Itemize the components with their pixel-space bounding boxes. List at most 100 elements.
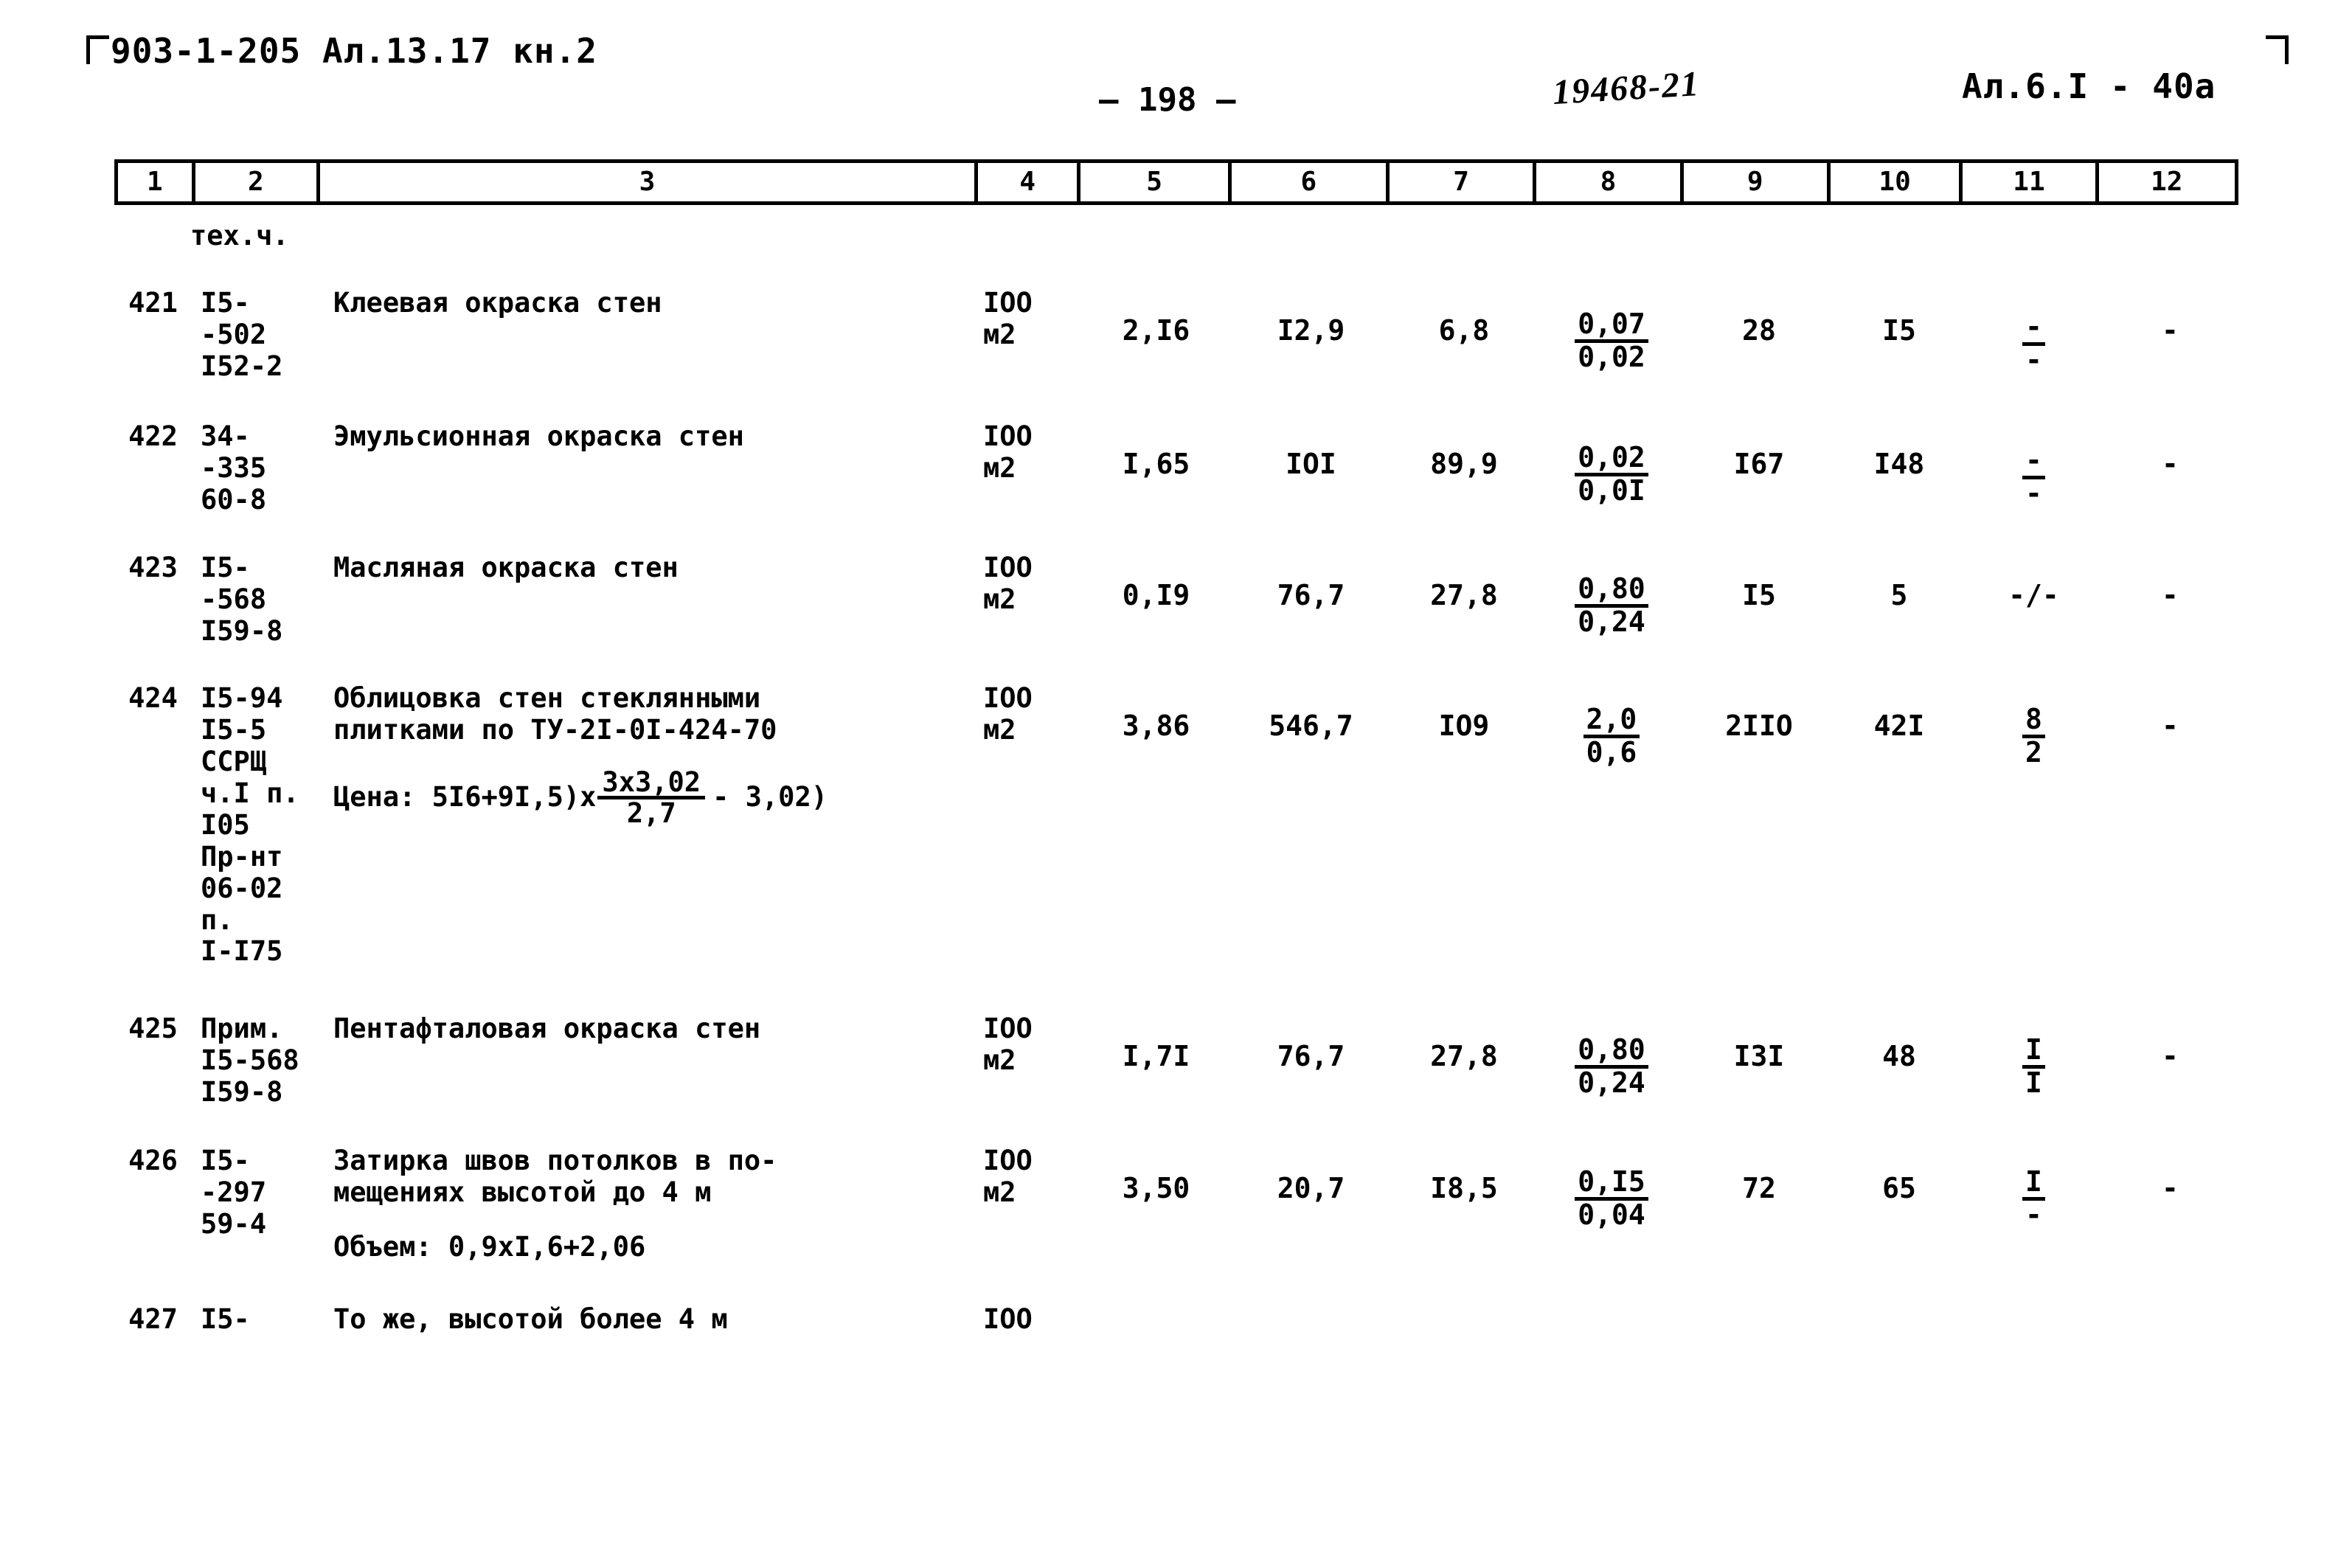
row-description: Пентафталовая окраска стен: [333, 1013, 761, 1045]
column-number-7: 7: [1390, 163, 1537, 201]
row-description: То же, высотой более 4 м: [333, 1302, 728, 1335]
row-col11-fraction: - -: [2022, 313, 2045, 374]
row-number: 421: [128, 287, 178, 319]
document-page: 903-1-205 Ал.13.17 кн.2 — 198 — 19468-21…: [0, 0, 2352, 1568]
row-col11-denominator: -: [2022, 475, 2045, 507]
row-description: Эмульсионная окраска стен: [333, 420, 744, 452]
row-col12: -: [2162, 1040, 2179, 1073]
row-col7: 6,8: [1438, 314, 1490, 347]
column-number-8: 8: [1536, 163, 1684, 201]
row-col8-numerator: 2,0: [1586, 703, 1637, 736]
row-col7: IO9: [1438, 710, 1490, 743]
row-col9: 72: [1742, 1172, 1776, 1205]
column-number-11: 11: [1963, 163, 2099, 201]
table-row: 425 Прим. I5-568 I59-8 Пентафталовая окр…: [114, 1013, 2238, 1109]
row-volume-note: Объем: 0,9xI,6+2,06: [333, 1230, 646, 1263]
row-col11: I I: [1966, 1013, 2102, 1099]
row-col6: 76,7: [1277, 1040, 1345, 1073]
row-col11-numerator: I: [2025, 1165, 2042, 1198]
row-col11-denominator: -: [2022, 342, 2045, 374]
column-number-12: 12: [2151, 167, 2183, 197]
table-row: 421 I5- -502 I52-2 Клеевая окраска стен …: [114, 287, 2238, 383]
row-col10: I48: [1873, 447, 1925, 480]
row-col9: I3I: [1733, 1040, 1785, 1073]
row-col6: I2,9: [1277, 314, 1345, 347]
row-description: Затирка швов потолков в по- мещениях выс…: [333, 1145, 777, 1208]
table-row: 423 I5- -568 I59-8 Масляная окраска стен…: [114, 552, 2238, 648]
corner-bracket-left-icon: [86, 35, 109, 64]
row-col6: 546,7: [1269, 710, 1353, 743]
row-col11-fraction: I -: [2022, 1168, 2045, 1229]
row-col6: 20,7: [1277, 1172, 1345, 1205]
row-col8-numerator: 0,02: [1578, 440, 1645, 473]
table-row: 427 I5- То же, высотой более 4 м IOO: [114, 1302, 2238, 1336]
row-col8-fraction: 0,02 0,0I: [1575, 443, 1648, 504]
row-number: 422: [128, 420, 178, 452]
column-number-3: 3: [320, 163, 978, 201]
row-unit: IOO: [983, 1302, 1033, 1335]
formula-denominator: 2,7: [597, 795, 706, 827]
row-unit: IOO м2: [983, 420, 1033, 484]
row-number: 425: [128, 1013, 178, 1045]
row-code: I5- -502 I52-2: [201, 287, 283, 382]
row-col11-numerator: 8: [2025, 703, 2042, 736]
row-col8-numerator: 0,07: [1578, 308, 1645, 340]
row-col5: 3,50: [1122, 1172, 1190, 1205]
row-col8-numerator: 0,80: [1578, 572, 1645, 606]
row-col8-fraction: 0,80 0,24: [1575, 575, 1648, 636]
row-col10: I5: [1882, 314, 1916, 347]
row-col8-numerator: 0,I5: [1578, 1165, 1645, 1198]
row-col8: 0,I5 0,04: [1538, 1145, 1685, 1231]
row-col11-fraction: - -: [2022, 446, 2045, 507]
row-col11: - -: [1966, 421, 2102, 510]
row-col11-denominator: -: [2022, 1197, 2045, 1229]
row-number: 427: [128, 1302, 178, 1335]
handwritten-stamp: 19468-21: [1551, 63, 1701, 113]
row-col11: 8 2: [1966, 683, 2102, 769]
row-col8: 0,80 0,24: [1538, 552, 1685, 638]
row-col9: I67: [1733, 447, 1785, 480]
header-left-reference: 903-1-205 Ал.13.17 кн.2: [111, 31, 597, 71]
row-code: Прим. I5-568 I59-8: [201, 1013, 299, 1109]
row-col12: -: [2162, 710, 2179, 743]
row-col9: I5: [1742, 579, 1776, 612]
row-col7: 89,9: [1430, 447, 1498, 480]
column-number-6: 6: [1232, 163, 1390, 201]
row-col8-denominator: 0,24: [1575, 604, 1648, 636]
row-unit: IOO м2: [983, 552, 1033, 616]
row-col5: I,65: [1122, 447, 1190, 480]
row-col11: -/-: [2008, 579, 2059, 612]
row-col9: 28: [1742, 314, 1776, 347]
row-col8: 0,02 0,0I: [1538, 421, 1685, 507]
row-col7: 27,8: [1430, 1040, 1498, 1073]
row-col6: 76,7: [1277, 579, 1345, 612]
row-col8-fraction: 2,0 0,6: [1583, 705, 1640, 766]
row-unit: IOO м2: [983, 287, 1033, 350]
row-col8-fraction: 0,I5 0,04: [1575, 1168, 1648, 1229]
column-number-5: 5: [1080, 163, 1232, 201]
row-col8-numerator: 0,80: [1578, 1033, 1645, 1066]
row-description: Клеевая окраска стен: [333, 287, 662, 319]
table-row: 424 I5-94 I5-5 ССРЩ ч.I п. I05 Пр-нт 06-…: [114, 682, 2238, 968]
row-col8: 2,0 0,6: [1538, 683, 1685, 769]
row-col9: 2IIO: [1725, 710, 1793, 743]
row-col10: 5: [1890, 579, 1908, 612]
row-code: I5-: [201, 1302, 250, 1335]
row-col10: 65: [1882, 1172, 1916, 1205]
column-number-2: 2: [195, 163, 321, 201]
row-col7: 27,8: [1430, 579, 1498, 612]
table-row: 422 34- -335 60-8 Эмульсионная окраска с…: [114, 420, 2238, 516]
row-number: 423: [128, 552, 178, 584]
row-col6: IOI: [1286, 447, 1336, 480]
row-code: I5-94 I5-5 ССРЩ ч.I п. I05 Пр-нт 06-02 п…: [201, 682, 299, 968]
row-col8-fraction: 0,07 0,02: [1575, 310, 1648, 371]
column-number-1: 1: [118, 163, 195, 201]
formula-fraction: 3x3,02 2,7: [597, 769, 706, 827]
row-col10: 42I: [1873, 710, 1925, 743]
row-code: 34- -335 60-8: [201, 420, 267, 516]
row-col7: I8,5: [1430, 1172, 1498, 1205]
row-number: 426: [128, 1145, 178, 1177]
row-number: 424: [128, 682, 178, 715]
row-col8: 0,80 0,24: [1538, 1013, 1685, 1099]
table-row: 426 I5- -297 59-4 Затирка швов потолков …: [114, 1145, 2238, 1263]
